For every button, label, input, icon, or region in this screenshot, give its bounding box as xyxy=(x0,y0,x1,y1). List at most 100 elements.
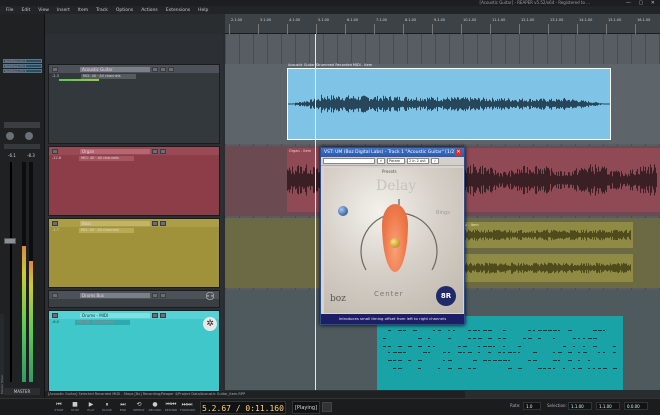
midi-note[interactable] xyxy=(453,330,455,331)
midi-note[interactable] xyxy=(383,346,386,347)
midi-note[interactable] xyxy=(428,338,430,339)
menu-actions[interactable]: Actions xyxy=(141,8,157,13)
pan-knob[interactable] xyxy=(6,132,14,140)
midi-note[interactable] xyxy=(493,346,495,347)
midi-note[interactable] xyxy=(588,368,590,369)
midi-note[interactable] xyxy=(478,352,480,353)
midi-note[interactable] xyxy=(488,338,492,339)
solo-button[interactable] xyxy=(160,66,166,72)
midi-note[interactable] xyxy=(468,338,471,339)
midi-note[interactable] xyxy=(503,360,507,361)
media-item-bass-2[interactable] xyxy=(457,254,633,282)
midi-note[interactable] xyxy=(613,346,616,347)
transport-record-button[interactable]: ● RECORD xyxy=(148,401,162,414)
midi-note[interactable] xyxy=(403,352,406,353)
menu-insert[interactable]: Insert xyxy=(57,8,70,13)
midi-note[interactable] xyxy=(443,352,446,353)
media-item-bass-1[interactable]: Bass - Item xyxy=(457,222,633,248)
midi-note[interactable] xyxy=(428,352,430,353)
midi-note[interactable] xyxy=(408,360,411,361)
media-item-drums[interactable]: Drums MIDI - Item xyxy=(377,310,623,390)
midi-note[interactable] xyxy=(558,352,562,353)
playhead[interactable] xyxy=(315,34,316,390)
midi-note[interactable] xyxy=(503,338,506,339)
transport-end-button[interactable]: ⏭ END xyxy=(116,401,130,414)
midi-note[interactable] xyxy=(408,346,412,347)
midi-note[interactable] xyxy=(483,346,487,347)
midi-note[interactable] xyxy=(573,346,575,347)
mixer-tab-1[interactable]: ReaTrans Ch 1 xyxy=(3,59,42,63)
midi-note[interactable] xyxy=(573,368,575,369)
midi-note[interactable] xyxy=(578,338,580,339)
selection-length[interactable]: 0.0.00 xyxy=(624,402,648,410)
solo-button[interactable] xyxy=(160,148,166,154)
midi-note[interactable] xyxy=(553,352,555,353)
midi-note[interactable] xyxy=(528,338,532,339)
midi-note[interactable] xyxy=(413,330,417,331)
timeline-ruler[interactable]: 2.1.00 3.1.00 4.1.00 5.1.00 6.1.00 7.1.00 8.1.… xyxy=(225,14,660,34)
midi-note[interactable] xyxy=(603,330,605,331)
midi-note[interactable] xyxy=(478,346,480,347)
midi-note[interactable] xyxy=(488,360,491,361)
midi-note[interactable] xyxy=(543,368,546,369)
midi-note[interactable] xyxy=(468,352,472,353)
track-input[interactable]: MCI: 40 · All channels xyxy=(80,73,136,79)
midi-note[interactable] xyxy=(418,346,422,347)
midi-note[interactable] xyxy=(458,352,462,353)
midi-note[interactable] xyxy=(403,330,406,331)
mixer-tab-3[interactable]: ReaTrans Ch 3 xyxy=(3,69,42,73)
midi-note[interactable] xyxy=(558,360,560,361)
width-knob[interactable] xyxy=(25,132,33,140)
midi-note[interactable] xyxy=(493,360,497,361)
midi-note[interactable] xyxy=(538,330,542,331)
midi-note[interactable] xyxy=(448,330,450,331)
midi-note[interactable] xyxy=(398,346,402,347)
midi-note[interactable] xyxy=(573,338,576,339)
midi-note[interactable] xyxy=(388,330,391,331)
transport-forward-button[interactable]: ⏭⏭ FORWARD xyxy=(180,401,195,414)
midi-note[interactable] xyxy=(578,368,582,369)
midi-note[interactable] xyxy=(563,346,566,347)
midi-note[interactable] xyxy=(513,352,516,353)
track-bass[interactable]: Bass -1.7 MCI: 40 · All channels xyxy=(48,218,220,288)
mute-button[interactable] xyxy=(152,148,158,154)
midi-note[interactable] xyxy=(418,368,421,369)
menu-edit[interactable]: Edit xyxy=(22,8,31,13)
track-organ[interactable]: Organ -12.8 MCI: 40 · All channels xyxy=(48,146,220,216)
midi-note[interactable] xyxy=(588,360,590,361)
midi-note[interactable] xyxy=(473,360,477,361)
midi-note[interactable] xyxy=(528,360,531,361)
solo-button[interactable] xyxy=(160,292,166,298)
rate-value[interactable]: 1.0 xyxy=(523,402,541,410)
midi-note[interactable] xyxy=(448,360,452,361)
track-name[interactable]: Drums Bus xyxy=(80,292,150,298)
midi-note[interactable] xyxy=(568,330,572,331)
add-preset-button[interactable]: + xyxy=(377,158,385,164)
plugin-title-bar[interactable]: VST: UM (Boz Digital Labs) - Track 1 "Ac… xyxy=(321,148,464,157)
midi-note[interactable] xyxy=(553,368,555,369)
midi-note[interactable] xyxy=(603,352,605,353)
midi-note[interactable] xyxy=(433,346,435,347)
track-input[interactable]: MIDI IN · All channels xyxy=(74,319,130,325)
master-fader-knob[interactable] xyxy=(4,238,16,244)
preset-dropdown[interactable] xyxy=(323,158,375,164)
midi-note[interactable] xyxy=(503,352,505,353)
midi-note[interactable] xyxy=(548,330,552,331)
solo-button[interactable] xyxy=(160,220,166,226)
midi-note[interactable] xyxy=(538,368,542,369)
midi-note[interactable] xyxy=(488,352,491,353)
midi-note[interactable] xyxy=(398,368,402,369)
mute-button[interactable] xyxy=(152,220,158,226)
midi-note[interactable] xyxy=(438,368,440,369)
midi-note[interactable] xyxy=(543,330,547,331)
metronome-icon[interactable] xyxy=(322,402,332,412)
midi-note[interactable] xyxy=(483,330,487,331)
mute-button[interactable] xyxy=(152,312,158,318)
midi-note[interactable] xyxy=(508,368,512,369)
gear-icon[interactable]: ✲ xyxy=(203,317,217,331)
selection-end[interactable]: 1.1.00 xyxy=(596,402,620,410)
midi-note[interactable] xyxy=(518,352,520,353)
midi-note[interactable] xyxy=(483,360,487,361)
selection-start[interactable]: 1.1.00 xyxy=(568,402,592,410)
track-name[interactable]: Acoustic Guitar xyxy=(80,66,150,72)
